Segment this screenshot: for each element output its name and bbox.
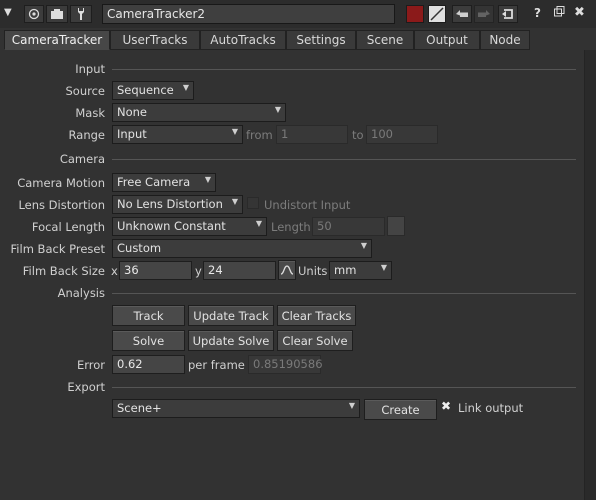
focal-length-value: Unknown Constant (117, 219, 226, 233)
section-divider (112, 159, 576, 160)
panel-scrollbar[interactable] (584, 50, 596, 500)
tab-usertracks[interactable]: UserTracks (110, 30, 200, 50)
film-back-preset-dropdown[interactable]: Custom ▼ (112, 239, 372, 258)
tab-node[interactable]: Node (480, 30, 530, 50)
mask-label: Mask (75, 106, 105, 120)
gl-color-swatch-icon[interactable] (428, 5, 446, 23)
float-panel-icon[interactable] (554, 6, 565, 20)
film-back-preset-value: Custom (117, 241, 162, 255)
mask-value: None (117, 105, 148, 119)
close-icon[interactable]: ✖ (574, 5, 585, 20)
collapse-arrow-icon[interactable]: ▼ (4, 7, 16, 21)
wrench-icon[interactable] (70, 5, 92, 23)
length-label: Length (271, 220, 311, 234)
view-node-icon[interactable] (24, 5, 44, 23)
tab-cameratracker[interactable]: CameraTracker (4, 30, 110, 50)
tab-output[interactable]: Output (414, 30, 480, 50)
range-label: Range (68, 128, 105, 142)
film-back-y-input[interactable]: 24 (203, 261, 276, 280)
node-name-field[interactable]: CameraTracker2 (102, 4, 395, 24)
dropdown-arrow-icon: ▼ (380, 263, 387, 272)
source-value: Sequence (117, 83, 174, 97)
range-from-label: from (246, 128, 273, 142)
section-title-camera: Camera (59, 152, 105, 166)
section-title-export: Export (67, 380, 105, 394)
tab-settings[interactable]: Settings (286, 30, 356, 50)
node-color-swatch[interactable] (406, 5, 424, 23)
range-to-input[interactable]: 100 (366, 125, 438, 144)
range-value: Input (117, 127, 147, 141)
lens-distortion-dropdown[interactable]: No Lens Distortion ▼ (112, 195, 243, 214)
range-dropdown[interactable]: Input ▼ (112, 125, 243, 144)
update-track-button[interactable]: Update Track (188, 305, 274, 326)
node-title-bar: ▼ CameraTracker2 ? ✖ (0, 0, 596, 28)
dropdown-arrow-icon: ▼ (348, 401, 355, 410)
film-back-x-label: x (111, 264, 118, 278)
length-input[interactable]: 50 (312, 217, 385, 236)
solve-button[interactable]: Solve (112, 330, 185, 351)
link-output-checkbox[interactable]: ✖ (441, 400, 453, 412)
undo-icon[interactable] (452, 5, 472, 23)
film-back-preset-label: Film Back Preset (10, 242, 105, 256)
dropdown-arrow-icon: ▼ (182, 83, 189, 92)
film-back-y-label: y (195, 264, 202, 278)
per-frame-input[interactable]: 0.85190586 (248, 355, 323, 374)
section-divider (112, 293, 576, 294)
tab-scene[interactable]: Scene (356, 30, 414, 50)
camera-motion-dropdown[interactable]: Free Camera ▼ (112, 173, 216, 192)
clear-solve-button[interactable]: Clear Solve (277, 330, 353, 351)
section-divider (112, 387, 576, 388)
dropdown-arrow-icon: ▼ (231, 197, 238, 206)
units-label: Units (298, 264, 328, 278)
camera-motion-label: Camera Motion (17, 176, 105, 190)
tab-bar: CameraTracker UserTracks AutoTracks Sett… (0, 30, 596, 50)
focal-length-dropdown[interactable]: Unknown Constant ▼ (112, 217, 267, 236)
revert-icon[interactable] (498, 5, 518, 23)
link-output-label: Link output (458, 401, 524, 415)
dropdown-arrow-icon: ▼ (255, 219, 262, 228)
units-value: mm (334, 263, 357, 277)
lens-distortion-label: Lens Distortion (18, 198, 105, 212)
section-title-input: Input (75, 62, 105, 76)
section-title-analysis: Analysis (57, 286, 105, 300)
redo-icon[interactable] (474, 5, 494, 23)
undistort-input-label: Undistort Input (264, 198, 351, 212)
error-input[interactable]: 0.62 (112, 355, 185, 374)
range-to-label: to (352, 128, 364, 142)
camera-motion-value: Free Camera (117, 175, 191, 189)
center-node-icon[interactable] (46, 5, 68, 23)
focal-length-label: Focal Length (31, 220, 105, 234)
curve-editor-icon[interactable] (278, 260, 296, 280)
film-back-size-label: Film Back Size (22, 264, 105, 278)
units-dropdown[interactable]: mm ▼ (329, 261, 392, 280)
mask-dropdown[interactable]: None ▼ (112, 103, 286, 122)
tab-autotracks[interactable]: AutoTracks (200, 30, 286, 50)
help-button[interactable]: ? (534, 6, 541, 20)
lens-distortion-value: No Lens Distortion (117, 197, 223, 211)
export-dropdown[interactable]: Scene+ ▼ (112, 399, 360, 418)
create-button[interactable]: Create (364, 399, 437, 420)
section-divider (112, 69, 576, 70)
track-button[interactable]: Track (112, 305, 185, 326)
source-dropdown[interactable]: Sequence ▼ (112, 81, 194, 100)
update-solve-button[interactable]: Update Solve (188, 330, 274, 351)
per-frame-label: per frame (188, 358, 245, 372)
film-back-x-input[interactable]: 36 (119, 261, 192, 280)
dropdown-arrow-icon: ▼ (274, 105, 281, 114)
source-label: Source (65, 84, 106, 98)
length-animation-button[interactable] (387, 216, 405, 236)
dropdown-arrow-icon: ▼ (231, 127, 238, 136)
error-label: Error (76, 358, 105, 372)
undistort-input-checkbox[interactable] (247, 197, 259, 209)
dropdown-arrow-icon: ▼ (204, 175, 211, 184)
clear-tracks-button[interactable]: Clear Tracks (277, 305, 356, 326)
range-from-input[interactable]: 1 (276, 125, 348, 144)
dropdown-arrow-icon: ▼ (360, 241, 367, 250)
export-value: Scene+ (117, 401, 162, 415)
